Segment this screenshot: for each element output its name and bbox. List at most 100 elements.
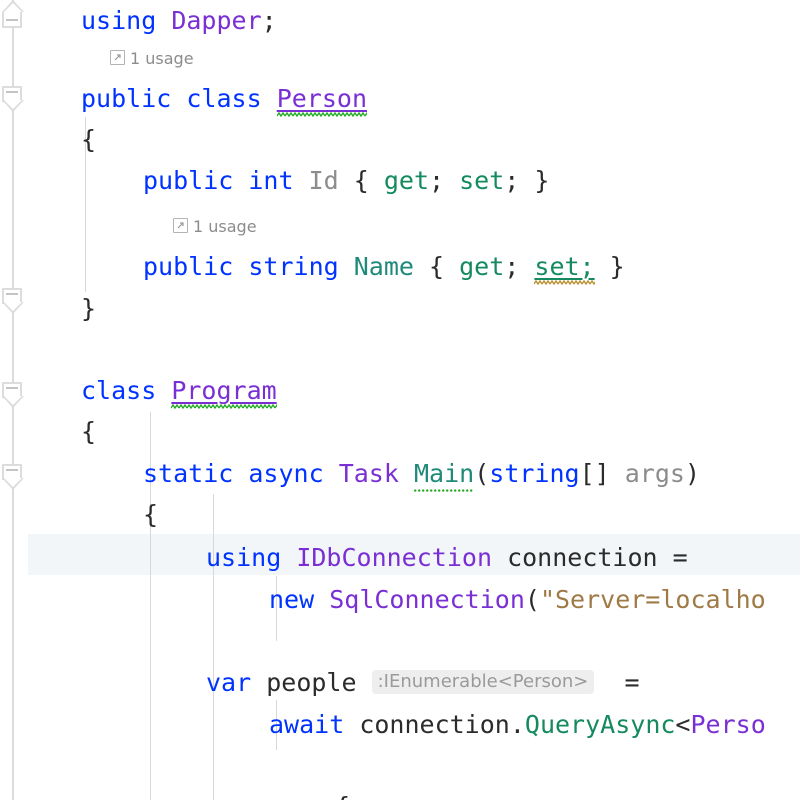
code-token: [] — [579, 459, 625, 488]
code-token: } — [81, 294, 97, 323]
code-token: new — [269, 585, 315, 614]
code-token: var — [206, 668, 252, 697]
code-token: using — [81, 6, 157, 35]
fold-marker-part — [4, 3, 22, 12]
usage-arrow-icon — [110, 50, 125, 65]
code-token: connection — [507, 543, 658, 572]
code-token: ( — [474, 459, 490, 488]
usage-count-label: 1 usage — [130, 49, 194, 68]
code-token: IDbConnection — [296, 543, 492, 572]
code-token: ; } — [504, 166, 550, 195]
line-blank-1[interactable] — [28, 329, 81, 370]
code-token: { — [143, 500, 159, 529]
fold-marker-part — [4, 100, 22, 109]
code-token: < — [675, 710, 691, 739]
code-vision-usage-person[interactable]: 1 usage — [28, 44, 194, 74]
code-token: async — [248, 459, 324, 488]
fold-marker-program-class[interactable] — [2, 382, 24, 408]
code-token: static — [143, 459, 234, 488]
fold-marker-part — [6, 19, 18, 21]
line-partial-bottom[interactable]: { — [28, 786, 350, 800]
code-token: Id — [308, 166, 339, 195]
usage-count-label: 1 usage — [193, 217, 257, 236]
code-token: = — [594, 668, 640, 697]
code-token: class — [81, 376, 157, 405]
code-token: set — [459, 166, 505, 195]
line-blank-2[interactable] — [28, 620, 206, 661]
code-token: Task — [338, 459, 399, 488]
code-token: { — [335, 792, 350, 800]
inlay-hint-people-type: :IEnumerable<Person> — [371, 670, 595, 694]
code-token: public — [81, 84, 172, 113]
folding-gutter[interactable] — [0, 0, 28, 800]
code-token: QueryAsync — [524, 710, 676, 739]
code-token: Program — [171, 376, 277, 409]
code-token: ; — [261, 6, 277, 35]
line-using-dapper[interactable]: using Dapper; — [28, 0, 277, 41]
line-main-open-brace[interactable]: { — [28, 494, 158, 535]
code-token: { — [81, 125, 97, 154]
code-token: Dapper — [171, 6, 262, 35]
code-token: get — [459, 252, 505, 281]
code-token: ( — [524, 585, 540, 614]
line-property-name[interactable]: public string Name { get; set; } — [28, 246, 625, 287]
line-using-idbconnection[interactable]: using IDbConnection connection = — [28, 537, 688, 578]
fold-marker-namespace[interactable] — [2, 0, 24, 28]
fold-marker-main-method[interactable] — [2, 464, 24, 490]
fold-marker-part — [6, 387, 18, 389]
code-token: { — [81, 417, 97, 446]
line-program-open-brace[interactable]: { — [28, 411, 96, 452]
code-token: SqlConnection — [329, 585, 525, 614]
fold-marker-part — [4, 396, 22, 405]
code-token: class — [186, 84, 262, 113]
fold-marker-part — [6, 469, 18, 471]
code-token: = — [657, 543, 688, 572]
fold-marker-part — [6, 91, 18, 93]
code-token: set; — [534, 252, 595, 285]
code-editor[interactable]: using Dapper; 1 usage public class Person {… — [0, 0, 800, 800]
code-token: public — [143, 252, 234, 281]
usage-arrow-icon — [173, 218, 188, 233]
code-token: ; — [429, 166, 460, 195]
line-main-signature[interactable]: static async Task Main(string[] args) — [28, 453, 700, 494]
code-token: ; — [504, 252, 535, 281]
code-token: } — [594, 252, 625, 281]
fold-marker-part — [4, 478, 22, 487]
code-token: await — [269, 710, 345, 739]
code-token: "Server=localho — [539, 585, 766, 614]
line-var-people[interactable]: var people :IEnumerable<Person> = — [28, 662, 640, 703]
fold-marker-person-end[interactable] — [2, 288, 24, 314]
line-public-class-person[interactable]: public class Person — [28, 78, 368, 119]
code-token: { — [413, 252, 460, 281]
code-token: using — [206, 543, 282, 572]
line-person-open-brace[interactable]: { — [28, 119, 96, 160]
code-content-area[interactable]: using Dapper; 1 usage public class Person {… — [28, 0, 800, 800]
code-token: int — [248, 166, 294, 195]
code-token: args — [624, 459, 685, 488]
line-await-queryasync[interactable]: await connection.QueryAsync<Perso — [28, 704, 766, 745]
code-token: connection — [359, 710, 510, 739]
code-token: Main — [413, 459, 475, 492]
fold-marker-person-class[interactable] — [2, 86, 24, 112]
line-class-program[interactable]: class Program — [28, 370, 277, 411]
code-vision-usage-name[interactable]: 1 usage — [28, 212, 257, 242]
code-token: Name — [353, 252, 414, 281]
line-person-close-brace[interactable]: } — [28, 288, 96, 329]
code-token: string — [489, 459, 580, 488]
line-property-id[interactable]: public int Id { get; set; } — [28, 160, 549, 201]
line-new-sqlconnection[interactable]: new SqlConnection("Server=localho — [28, 579, 766, 620]
